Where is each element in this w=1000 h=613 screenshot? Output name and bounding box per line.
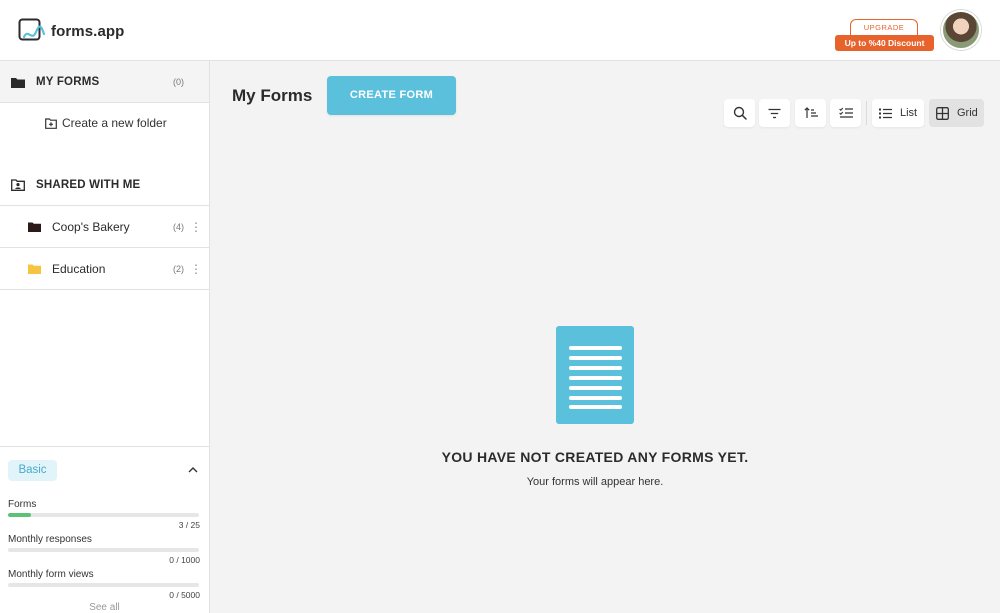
create-form-button[interactable]: CREATE FORM [327,76,456,115]
usage-metric: Forms 3 / 25 [8,499,200,534]
plan-badge: Basic [8,460,57,481]
sort-icon [803,107,818,118]
add-folder-icon [45,117,57,129]
upgrade-discount: Up to %40 Discount [835,35,934,51]
usage-panel: Basic Forms 3 / 25 Monthly responses 0 /… [0,446,209,613]
usage-metric: Monthly responses 0 / 1000 [8,534,200,569]
metric-value: 0 / 5000 [169,590,200,600]
document-icon [556,326,634,424]
metric-value: 0 / 1000 [169,555,200,565]
my-forms-label: MY FORMS [36,75,100,88]
metric-bar [8,548,199,552]
folder-label: Coop's Bakery [52,219,130,234]
upgrade-button[interactable]: UPGRADE Up to %40 Discount [835,19,934,51]
filter-button[interactable] [759,99,790,127]
page-title: My Forms [232,86,313,105]
chevron-up-icon[interactable] [187,464,199,476]
create-folder-label: Create a new folder [62,116,167,130]
filter-icon [768,108,781,118]
top-bar: forms.app UPGRADE Up to %40 Discount [0,0,1000,61]
grid-view-label: Grid [957,107,978,119]
logo-text: forms.app [51,22,125,40]
shared-label: SHARED WITH ME [36,178,141,191]
create-folder-button[interactable]: Create a new folder [45,116,167,130]
metric-value: 3 / 25 [178,520,200,530]
more-options-icon[interactable]: ⋮ [190,262,202,276]
folder-item[interactable]: Education (2) ⋮ [0,248,209,290]
avatar[interactable] [941,10,981,50]
metric-bar [8,583,199,587]
see-all-link[interactable]: See all [0,602,209,613]
upgrade-label: UPGRADE [850,19,918,36]
metric-label: Monthly form views [8,569,94,580]
sidebar: MY FORMS (0) Create a new folder SHARED … [0,61,210,613]
folder-icon [11,77,25,88]
empty-state-subtitle: Your forms will appear here. [526,476,664,488]
logo-icon [18,18,46,41]
metric-bar [8,513,199,517]
folder-icon [28,264,41,274]
sidebar-my-forms[interactable]: MY FORMS (0) [0,61,209,103]
toolbar-divider [866,101,867,125]
list-icon [879,108,892,118]
folder-item[interactable]: Coop's Bakery (4) ⋮ [0,206,209,248]
metric-label: Monthly responses [8,534,92,545]
metric-fill [8,513,31,517]
search-button[interactable] [724,99,755,127]
folder-count: (2) [173,263,184,274]
search-icon [733,106,747,120]
sidebar-shared-with-me[interactable]: SHARED WITH ME [0,164,209,206]
select-icon [838,107,853,118]
folder-icon [28,222,41,232]
list-view-button[interactable]: List [872,99,924,127]
grid-view-button[interactable]: Grid [929,99,984,127]
list-view-label: List [900,107,918,119]
folder-label: Education [52,261,106,276]
grid-icon [936,106,949,120]
more-options-icon[interactable]: ⋮ [190,220,202,234]
metric-label: Forms [8,499,37,510]
empty-state-title: YOU HAVE NOT CREATED ANY FORMS YET. [441,449,749,465]
select-button[interactable] [830,99,861,127]
my-forms-count: (0) [173,76,184,87]
shared-folder-icon [11,178,25,191]
usage-metric: Monthly form views 0 / 5000 [8,569,200,604]
logo[interactable]: forms.app [18,18,124,44]
folder-count: (4) [173,221,184,232]
sort-button[interactable] [795,99,826,127]
